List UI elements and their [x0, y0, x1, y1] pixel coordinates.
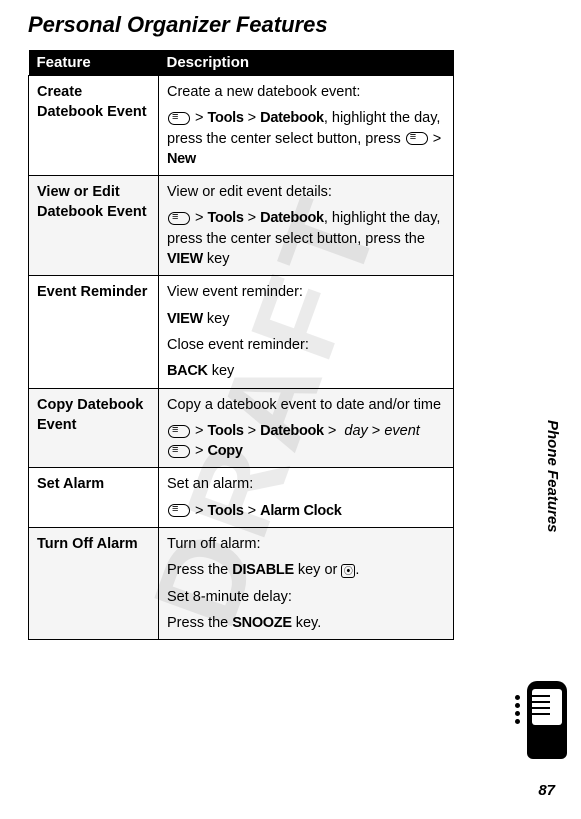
menu-icon: [168, 212, 190, 225]
desc-text: Press the: [167, 615, 232, 631]
menu-item: New: [167, 151, 196, 167]
key-label: BACK: [167, 363, 208, 379]
feature-name: Create Datebook Event: [29, 76, 159, 176]
menu-icon: [168, 425, 190, 438]
end-key-icon: ⦿: [341, 564, 355, 578]
table-row: View or Edit Datebook Event View or edit…: [29, 176, 454, 276]
table-row: Event Reminder View event reminder: VIEW…: [29, 276, 454, 388]
menu-item: Tools: [208, 110, 244, 126]
desc-line: > Tools > Datebook > day > event > Copy: [167, 421, 445, 462]
menu-item: Tools: [208, 210, 244, 226]
feature-desc: View or edit event details: > Tools > Da…: [159, 176, 454, 276]
desc-line: BACK key: [167, 361, 445, 381]
desc-line: Set 8-minute delay:: [167, 587, 445, 607]
desc-text: key or: [294, 562, 342, 578]
menu-icon: [168, 112, 190, 125]
desc-line: Create a new datebook event:: [167, 82, 445, 102]
desc-line: > Tools > Datebook, highlight the day, p…: [167, 208, 445, 269]
desc-line: Copy a datebook event to date and/or tim…: [167, 395, 445, 415]
var-event: event: [384, 423, 419, 439]
page-number: 87: [538, 782, 555, 799]
phone-icon: [519, 681, 567, 759]
desc-line: Set an alarm:: [167, 474, 445, 494]
feature-desc: Copy a datebook event to date and/or tim…: [159, 388, 454, 468]
desc-text: key: [203, 251, 230, 267]
menu-icon: [406, 132, 428, 145]
key-label: VIEW: [167, 311, 203, 327]
page-content: Personal Organizer Features Feature Desc…: [0, 0, 581, 640]
page-title: Personal Organizer Features: [28, 12, 553, 38]
table-row: Turn Off Alarm Turn off alarm: Press the…: [29, 528, 454, 640]
feature-name: View or Edit Datebook Event: [29, 176, 159, 276]
feature-desc: Create a new datebook event: > Tools > D…: [159, 76, 454, 176]
desc-line: Turn off alarm:: [167, 534, 445, 554]
feature-desc: Turn off alarm: Press the DISABLE key or…: [159, 528, 454, 640]
menu-item: Tools: [208, 503, 244, 519]
desc-line: View event reminder:: [167, 282, 445, 302]
desc-text: Press the: [167, 562, 232, 578]
desc-text: key: [203, 311, 230, 327]
header-description: Description: [159, 50, 454, 76]
menu-item: Datebook: [260, 210, 324, 226]
key-label: VIEW: [167, 251, 203, 267]
menu-item: Datebook: [260, 110, 324, 126]
desc-line: Press the SNOOZE key.: [167, 613, 445, 633]
menu-icon: [168, 445, 190, 458]
desc-text: key.: [292, 615, 322, 631]
menu-item: Copy: [208, 443, 243, 459]
var-day: day: [344, 423, 367, 439]
desc-line: > Tools > Datebook, highlight the day, p…: [167, 108, 445, 169]
desc-line: Press the DISABLE key or ⦿.: [167, 560, 445, 580]
feature-name: Event Reminder: [29, 276, 159, 388]
desc-text: key: [208, 363, 235, 379]
feature-name: Turn Off Alarm: [29, 528, 159, 640]
menu-item: Alarm Clock: [260, 503, 341, 519]
desc-line: VIEW key: [167, 309, 445, 329]
table-row: Copy Datebook Event Copy a datebook even…: [29, 388, 454, 468]
desc-line: Close event reminder:: [167, 335, 445, 355]
desc-text: .: [355, 562, 359, 578]
key-label: DISABLE: [232, 562, 294, 578]
menu-icon: [168, 504, 190, 517]
table-row: Set Alarm Set an alarm: > Tools > Alarm …: [29, 468, 454, 528]
features-table: Feature Description Create Datebook Even…: [28, 50, 454, 640]
header-feature: Feature: [29, 50, 159, 76]
key-label: SNOOZE: [232, 615, 291, 631]
desc-line: View or edit event details:: [167, 182, 445, 202]
feature-name: Set Alarm: [29, 468, 159, 528]
feature-name: Copy Datebook Event: [29, 388, 159, 468]
menu-item: Datebook: [260, 423, 324, 439]
table-row: Create Datebook Event Create a new dateb…: [29, 76, 454, 176]
feature-desc: View event reminder: VIEW key Close even…: [159, 276, 454, 388]
menu-item: Tools: [208, 423, 244, 439]
feature-desc: Set an alarm: > Tools > Alarm Clock: [159, 468, 454, 528]
desc-line: > Tools > Alarm Clock: [167, 501, 445, 521]
